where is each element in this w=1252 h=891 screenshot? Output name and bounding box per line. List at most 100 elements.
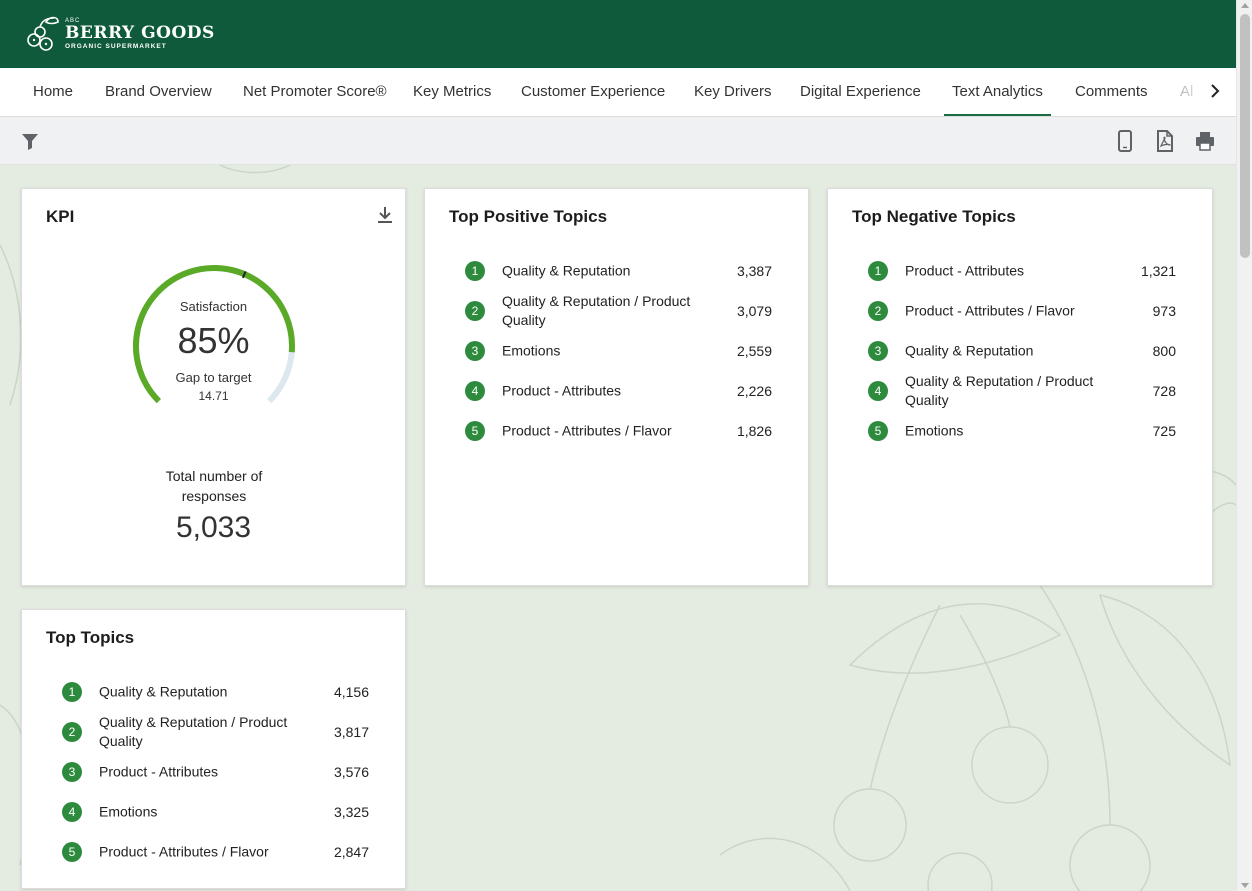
topic-count: 3,325	[333, 804, 369, 820]
tab-net-promoter-score[interactable]: Net Promoter Score®	[243, 68, 387, 116]
positive-topics-card: Top Positive Topics 1 Quality & Reputati…	[424, 188, 809, 586]
topic-label: Product - Attributes / Flavor	[99, 843, 269, 860]
list-item[interactable]: 3 Quality & Reputation 800	[868, 331, 1176, 371]
topic-count: 3,387	[736, 263, 772, 279]
topic-count: 4,156	[333, 684, 369, 700]
topic-label: Product - Attributes / Flavor	[905, 302, 1075, 319]
topic-count: 800	[1152, 343, 1176, 359]
list-item[interactable]: 5 Product - Attributes / Flavor 1,826	[465, 411, 772, 451]
chevron-right-icon[interactable]	[1206, 82, 1224, 100]
topic-label: Quality & Reputation / Product Quality	[502, 293, 691, 328]
list-item[interactable]: 1 Quality & Reputation 4,156	[62, 672, 369, 712]
topic-label: Emotions	[99, 803, 158, 820]
download-icon[interactable]	[375, 205, 395, 225]
rank-badge: 1	[62, 682, 82, 702]
topic-label: Quality & Reputation	[905, 342, 1034, 359]
rank-badge: 5	[62, 842, 82, 862]
tab-customer-experience[interactable]: Customer Experience	[521, 68, 665, 116]
negative-topics-list: 1 Product - Attributes 1,321 2 Product -…	[868, 251, 1176, 451]
tab-brand-overview[interactable]: Brand Overview	[105, 68, 212, 116]
list-item[interactable]: 4 Quality & Reputation / Product Quality…	[868, 371, 1176, 411]
topic-count: 725	[1152, 423, 1176, 439]
topic-label: Quality & Reputation	[99, 683, 228, 700]
rank-badge: 3	[868, 341, 888, 361]
scroll-up-icon[interactable]	[1241, 3, 1249, 8]
tab-comments[interactable]: Comments	[1075, 68, 1148, 116]
berry-logo-icon	[27, 16, 59, 51]
list-item[interactable]: 4 Emotions 3,325	[62, 792, 369, 832]
tab-home[interactable]: Home	[33, 68, 73, 116]
topic-label: Quality & Reputation / Product Quality	[99, 714, 288, 749]
topic-count: 2,226	[736, 383, 772, 399]
list-item[interactable]: 1 Quality & Reputation 3,387	[465, 251, 772, 291]
kpi-title: KPI	[46, 207, 75, 226]
positive-topics-list: 1 Quality & Reputation 3,387 2 Quality &…	[465, 251, 772, 451]
top-topics-list: 1 Quality & Reputation 4,156 2 Quality &…	[62, 672, 369, 872]
topic-count: 3,576	[333, 764, 369, 780]
kpi-metric-label: Satisfaction	[179, 299, 248, 314]
pdf-icon[interactable]	[1153, 129, 1177, 153]
rank-badge: 1	[465, 261, 485, 281]
kpi-card: KPI Satisfaction 85% Gap to target 14.71…	[21, 188, 406, 586]
main-nav: Home Brand Overview Net Promoter Score® …	[0, 68, 1236, 117]
rank-badge: 2	[465, 301, 485, 321]
topic-label: Product - Attributes / Flavor	[502, 422, 672, 439]
toolbar	[0, 117, 1236, 165]
rank-badge: 4	[62, 802, 82, 822]
topic-label: Emotions	[905, 422, 964, 439]
rank-badge: 5	[868, 421, 888, 441]
page-scrollbar[interactable]	[1236, 0, 1252, 891]
list-item[interactable]: 4 Product - Attributes 2,226	[465, 371, 772, 411]
rank-badge: 1	[868, 261, 888, 281]
rank-badge: 4	[465, 381, 485, 401]
list-item[interactable]: 3 Emotions 2,559	[465, 331, 772, 371]
list-item[interactable]: 2 Product - Attributes / Flavor 973	[868, 291, 1176, 331]
brand-name: BERRY GOODS	[65, 22, 215, 43]
scrollbar-thumb[interactable]	[1240, 14, 1250, 258]
topic-label: Emotions	[502, 342, 561, 359]
list-item[interactable]: 5 Product - Attributes / Flavor 2,847	[62, 832, 369, 872]
tab-key-drivers[interactable]: Key Drivers	[694, 68, 772, 116]
rank-badge: 2	[868, 301, 888, 321]
top-topics-title: Top Topics	[46, 628, 135, 647]
list-item[interactable]: 3 Product - Attributes 3,576	[62, 752, 369, 792]
topic-count: 1,321	[1140, 263, 1176, 279]
tab-key-metrics[interactable]: Key Metrics	[413, 68, 491, 116]
mobile-icon[interactable]	[1113, 129, 1137, 153]
filter-icon[interactable]	[18, 129, 42, 153]
list-item[interactable]: 1 Product - Attributes 1,321	[868, 251, 1176, 291]
kpi-gap-label: Gap to target	[175, 370, 252, 385]
rank-badge: 4	[868, 381, 888, 401]
rank-badge: 2	[62, 722, 82, 742]
top-topics-card: Top Topics 1 Quality & Reputation 4,156 …	[21, 609, 406, 889]
topic-count: 2,559	[736, 343, 772, 359]
topic-label: Quality & Reputation	[502, 262, 631, 279]
topic-count: 1,826	[736, 423, 772, 439]
list-item[interactable]: 5 Emotions 725	[868, 411, 1176, 451]
list-item[interactable]: 2 Quality & Reputation / Product Quality…	[465, 291, 772, 331]
topic-count: 2,847	[333, 844, 369, 860]
topic-label: Product - Attributes	[905, 262, 1025, 279]
list-item[interactable]: 2 Quality & Reputation / Product Quality…	[62, 712, 369, 752]
tab-text-analytics[interactable]: Text Analytics	[944, 68, 1051, 116]
scroll-down-icon[interactable]	[1241, 883, 1249, 888]
kpi-value: 85%	[177, 320, 250, 361]
negative-topics-card: Top Negative Topics 1 Product - Attribut…	[827, 188, 1213, 586]
kpi-total-label: Total number of responses	[165, 468, 263, 504]
topic-count: 3,079	[736, 303, 772, 319]
app-header: ABC BERRY GOODS ORGANIC SUPERMARKET	[0, 0, 1236, 68]
topic-label: Product - Attributes	[502, 382, 622, 399]
rank-badge: 5	[465, 421, 485, 441]
negative-topics-title: Top Negative Topics	[852, 207, 1016, 226]
positive-topics-title: Top Positive Topics	[449, 207, 608, 226]
topic-label: Product - Attributes	[99, 763, 219, 780]
rank-badge: 3	[465, 341, 485, 361]
topic-count: 3,817	[333, 724, 369, 740]
kpi-gap-value: 14.71	[198, 389, 229, 403]
brand-logo[interactable]: ABC BERRY GOODS ORGANIC SUPERMARKET	[24, 14, 215, 54]
rank-badge: 3	[62, 762, 82, 782]
print-icon[interactable]	[1193, 129, 1217, 153]
topic-count: 973	[1152, 303, 1176, 319]
brand-tagline: ORGANIC SUPERMARKET	[65, 42, 167, 50]
tab-digital-experience[interactable]: Digital Experience	[800, 68, 921, 116]
